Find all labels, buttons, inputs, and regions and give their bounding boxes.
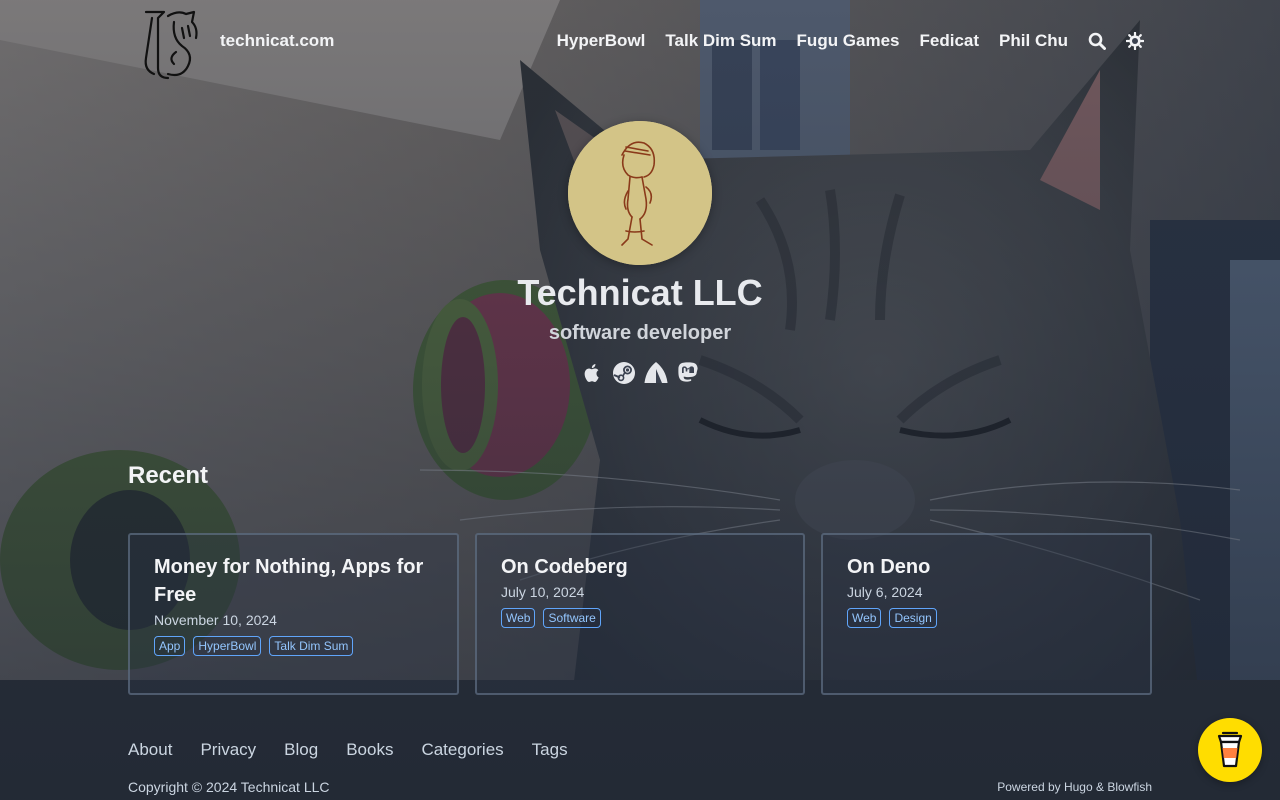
tag-badge[interactable]: App: [154, 636, 186, 656]
tag-badge[interactable]: Software: [543, 608, 601, 628]
codeberg-link[interactable]: [644, 360, 668, 386]
post-tags: Web Design: [847, 608, 1126, 628]
technicat-logo-icon: [144, 10, 198, 80]
tag-badge[interactable]: Web: [847, 608, 882, 628]
footer-nav: About Privacy Blog Books Categories Tags: [128, 740, 568, 760]
powered-by-text: Powered by Hugo & Blowfish: [997, 780, 1152, 794]
tag-badge[interactable]: Design: [889, 608, 937, 628]
post-tags: App HyperBowl Talk Dim Sum: [154, 636, 433, 656]
appearance-toggle-icon: [1126, 32, 1144, 50]
tag-badge[interactable]: HyperBowl: [193, 636, 262, 656]
post-title[interactable]: Money for Nothing, Apps for Free: [154, 553, 433, 609]
search-icon: [1088, 32, 1106, 50]
search-button[interactable]: [1088, 32, 1106, 50]
copyright-text: Copyright © 2024 Technicat LLC: [128, 779, 330, 795]
footer-link-about[interactable]: About: [128, 740, 172, 760]
post-card[interactable]: Money for Nothing, Apps for Free Novembe…: [128, 533, 459, 695]
codeberg-icon: [644, 362, 668, 383]
post-title[interactable]: On Codeberg: [501, 553, 779, 581]
post-date: July 6, 2024: [847, 584, 923, 600]
nav-link-fugu-games[interactable]: Fugu Games: [797, 31, 900, 51]
appearance-toggle-button[interactable]: [1126, 32, 1144, 50]
main-nav: HyperBowl Talk Dim Sum Fugu Games Fedica…: [557, 31, 1144, 51]
footer-link-books[interactable]: Books: [346, 740, 393, 760]
nav-link-talk-dim-sum[interactable]: Talk Dim Sum: [665, 31, 776, 51]
tag-badge[interactable]: Web: [501, 608, 536, 628]
recent-heading: Recent: [128, 462, 209, 489]
post-title[interactable]: On Deno: [847, 553, 1126, 581]
coffee-cup-icon: [1217, 731, 1243, 768]
post-tags: Web Software: [501, 608, 779, 628]
page: technicat.com HyperBowl Talk Dim Sum Fug…: [0, 0, 1280, 800]
hero-title: Technicat LLC: [517, 272, 763, 313]
mastodon-icon: [678, 362, 698, 382]
post-card[interactable]: On Codeberg July 10, 2024 Web Software: [475, 533, 805, 695]
nav-link-hyperbowl[interactable]: HyperBowl: [557, 31, 646, 51]
footer-link-tags[interactable]: Tags: [532, 740, 568, 760]
tag-badge[interactable]: Talk Dim Sum: [269, 636, 354, 656]
post-date: November 10, 2024: [154, 612, 277, 628]
site-logo[interactable]: [138, 8, 204, 80]
footer-link-blog[interactable]: Blog: [284, 740, 318, 760]
post-date: July 10, 2024: [501, 584, 585, 600]
hero-subtitle: software developer: [548, 322, 732, 344]
buy-me-a-coffee-button[interactable]: [1198, 718, 1262, 782]
apple-link[interactable]: [580, 360, 604, 386]
apple-icon: [584, 364, 599, 382]
nav-link-fedicat[interactable]: Fedicat: [920, 31, 980, 51]
nav-link-phil-chu[interactable]: Phil Chu: [999, 31, 1068, 51]
mastodon-link[interactable]: [676, 360, 700, 386]
avatar-sketch-image: [568, 121, 712, 265]
profile-avatar: [568, 121, 712, 265]
footer-link-privacy[interactable]: Privacy: [200, 740, 256, 760]
steam-icon: [613, 362, 635, 384]
site-title-link[interactable]: technicat.com: [220, 31, 334, 51]
steam-link[interactable]: [612, 360, 636, 386]
social-links: [0, 360, 1280, 386]
post-card[interactable]: On Deno July 6, 2024 Web Design: [821, 533, 1152, 695]
footer-link-categories[interactable]: Categories: [421, 740, 503, 760]
